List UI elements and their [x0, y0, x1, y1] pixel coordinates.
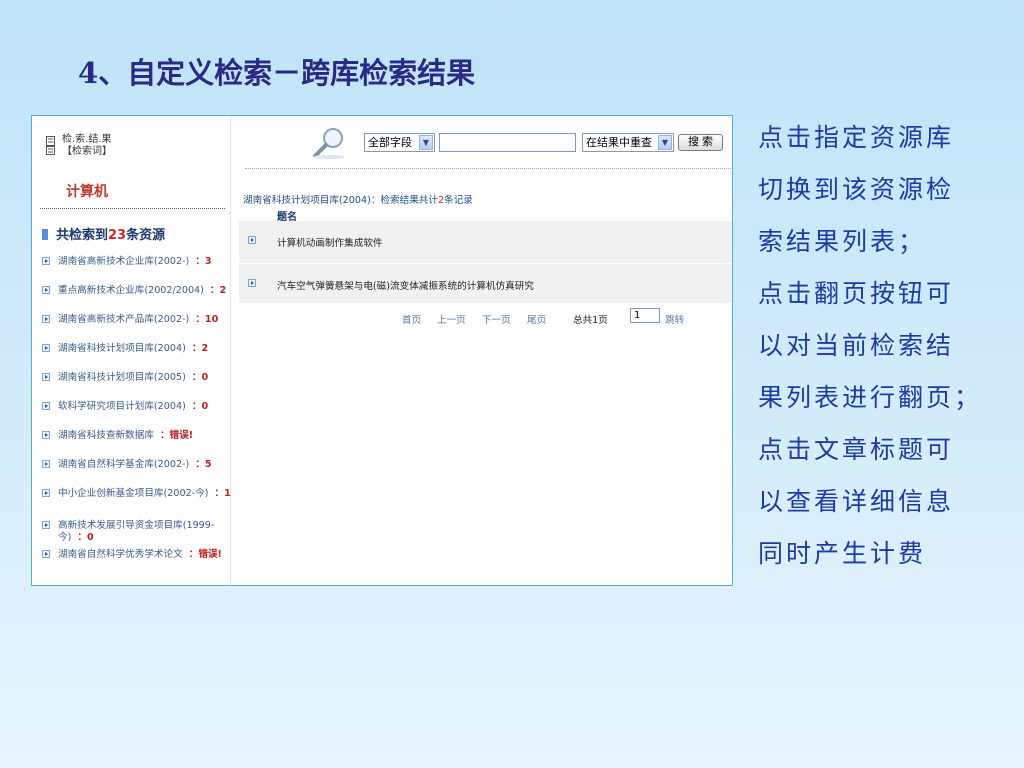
first-page-link[interactable]: 首页	[402, 312, 421, 326]
database-count: 2	[201, 343, 209, 354]
prev-page-link[interactable]: 上一页	[437, 312, 466, 326]
divider	[40, 208, 225, 209]
database-name[interactable]: 湖南省自然科学基金库(2002-)	[58, 459, 189, 470]
database-item[interactable]: 湖南省科技计划项目库(2004) ：2	[42, 343, 232, 355]
search-term-label: 【检索词】	[62, 146, 112, 157]
instruction-line: 同时产生计费	[758, 539, 927, 568]
arrow-bullet-icon	[42, 257, 50, 265]
instruction-line: 以对当前检索结	[758, 331, 955, 360]
database-item[interactable]: 湖南省科技查新数据库 ：错误!	[42, 430, 232, 442]
instruction-line: 索结果列表；	[758, 227, 927, 256]
instruction-line: 点击指定资源库	[758, 123, 955, 152]
database-count: 2	[219, 285, 227, 296]
arrow-bullet-icon	[248, 279, 256, 287]
database-count: 5	[204, 459, 212, 470]
scope-select-value: 在结果中重查	[586, 136, 652, 149]
arrow-bullet-icon	[42, 521, 50, 529]
search-button[interactable]: 搜 索	[678, 134, 723, 151]
chevron-down-icon[interactable]: ▼	[658, 135, 672, 150]
database-count: 1	[224, 488, 231, 499]
database-name[interactable]: 湖南省高新技术产品库(2002-)	[58, 314, 189, 325]
database-count: 错误!	[198, 549, 222, 560]
arrow-bullet-icon	[42, 431, 50, 439]
result-sidebar: 检.索.结.果 【检索词】 计算机 共检索到23条资源 湖南省高新技术企业库(2…	[32, 116, 231, 585]
database-name[interactable]: 湖南省科技计划项目库(2005)	[58, 372, 186, 383]
arrow-bullet-icon	[42, 286, 50, 294]
database-name[interactable]: 湖南省科技计划项目库(2004)	[58, 343, 186, 354]
database-item[interactable]: 重点高新技术企业库(2002/2004) ：2	[42, 285, 232, 297]
document-icon	[46, 136, 55, 155]
arrow-bullet-icon	[248, 236, 256, 244]
screenshot-panel: 检.索.结.果 【检索词】 计算机 共检索到23条资源 湖南省高新技术企业库(2…	[31, 115, 733, 586]
database-item[interactable]: 湖南省自然科学基金库(2002-) ：5	[42, 459, 232, 471]
database-name[interactable]: 软科学研究项目计划库(2004)	[58, 401, 186, 412]
database-count: 10	[204, 314, 219, 325]
arrow-bullet-icon	[42, 460, 50, 468]
total-pages: 总共1页	[573, 315, 608, 326]
database-item[interactable]: 湖南省高新技术企业库(2002-) ：3	[42, 256, 232, 268]
chevron-down-icon[interactable]: ▼	[419, 135, 433, 150]
arrow-bullet-icon	[42, 373, 50, 381]
database-item[interactable]: 湖南省自然科学优秀学术论文 ：错误!	[42, 549, 232, 561]
total-suffix: 条资源	[126, 228, 166, 243]
page-number-input[interactable]: 1	[630, 308, 660, 323]
database-name[interactable]: 中小企业创新基金项目库(2002-今)	[58, 488, 209, 499]
database-count: 0	[86, 532, 94, 543]
next-page-link[interactable]: 下一页	[482, 312, 511, 326]
database-count: 0	[201, 372, 209, 383]
database-count: 3	[204, 256, 212, 267]
database-name[interactable]: 湖南省自然科学优秀学术论文	[58, 549, 183, 560]
instruction-line: 点击翻页按钮可	[758, 279, 955, 308]
database-name[interactable]: 重点高新技术企业库(2002/2004)	[58, 285, 204, 296]
instruction-line: 点击文章标题可	[758, 435, 955, 464]
arrow-bullet-icon	[42, 402, 50, 410]
arrow-bullet-icon	[42, 315, 50, 323]
instruction-text: 点击指定资源库 切换到该资源检 索结果列表； 点击翻页按钮可 以对当前检索结 果…	[758, 112, 1020, 580]
arrow-bullet-icon	[42, 344, 50, 352]
result-summary: 湖南省科技计划项目库(2004)：检索结果共计2条记录	[243, 192, 473, 206]
magnifier-icon	[313, 128, 345, 159]
results-heading-label: 检.索.结.果	[62, 134, 112, 145]
search-keyword: 计算机	[66, 184, 108, 200]
database-name[interactable]: 湖南省科技查新数据库	[58, 430, 154, 441]
instruction-line: 果列表进行翻页；	[758, 383, 983, 412]
total-prefix: 共检索到	[56, 228, 109, 243]
instruction-line: 以查看详细信息	[758, 487, 955, 516]
total-count: 共检索到23条资源	[42, 224, 165, 243]
article-title-link[interactable]: 计算机动画制作集成软件	[277, 235, 383, 249]
field-select[interactable]: 全部字段 ▼	[364, 133, 435, 152]
divider	[245, 168, 731, 169]
slide-title: 4、自定义检索－跨库检索结果	[78, 56, 476, 90]
instruction-line: 切换到该资源检	[758, 175, 955, 204]
search-input[interactable]	[439, 133, 576, 152]
total-number: 23	[108, 228, 127, 243]
arrow-bullet-icon	[42, 489, 50, 497]
results-table: 计算机动画制作集成软件 汽车空气弹簧悬架与电(磁)流变体减振系统的计算机仿真研究	[239, 221, 732, 303]
jump-link[interactable]: 跳转	[665, 312, 684, 326]
field-select-value: 全部字段	[368, 136, 412, 149]
database-name[interactable]: 湖南省高新技术企业库(2002-)	[58, 256, 189, 267]
database-item[interactable]: 湖南省高新技术产品库(2002-) ：10	[42, 314, 232, 326]
results-heading: 检.索.结.果 【检索词】	[46, 134, 112, 158]
result-unit: 条记录	[444, 195, 473, 206]
database-item[interactable]: 高新技术发展引导资金项目库(1999-今) ：0	[42, 520, 232, 544]
list-icon	[42, 229, 48, 240]
arrow-bullet-icon	[42, 550, 50, 558]
results-main: 全部字段 ▼ 在结果中重查 ▼ 搜 索 湖南省科技计划项目库(2004)：检索结…	[237, 116, 732, 585]
scope-select[interactable]: 在结果中重查 ▼	[582, 133, 674, 152]
last-page-link[interactable]: 尾页	[527, 312, 546, 326]
row-divider	[239, 263, 732, 264]
article-title-link[interactable]: 汽车空气弹簧悬架与电(磁)流变体减振系统的计算机仿真研究	[277, 278, 534, 292]
database-count: 错误!	[169, 430, 194, 441]
database-item[interactable]: 中小企业创新基金项目库(2002-今) ：1	[42, 488, 232, 500]
database-item[interactable]: 湖南省科技计划项目库(2005) ：0	[42, 372, 232, 384]
database-item[interactable]: 软科学研究项目计划库(2004) ：0	[42, 401, 232, 413]
result-db-name: 湖南省科技计划项目库(2004)：检索结果共计	[243, 195, 438, 206]
database-count: 0	[201, 401, 209, 412]
